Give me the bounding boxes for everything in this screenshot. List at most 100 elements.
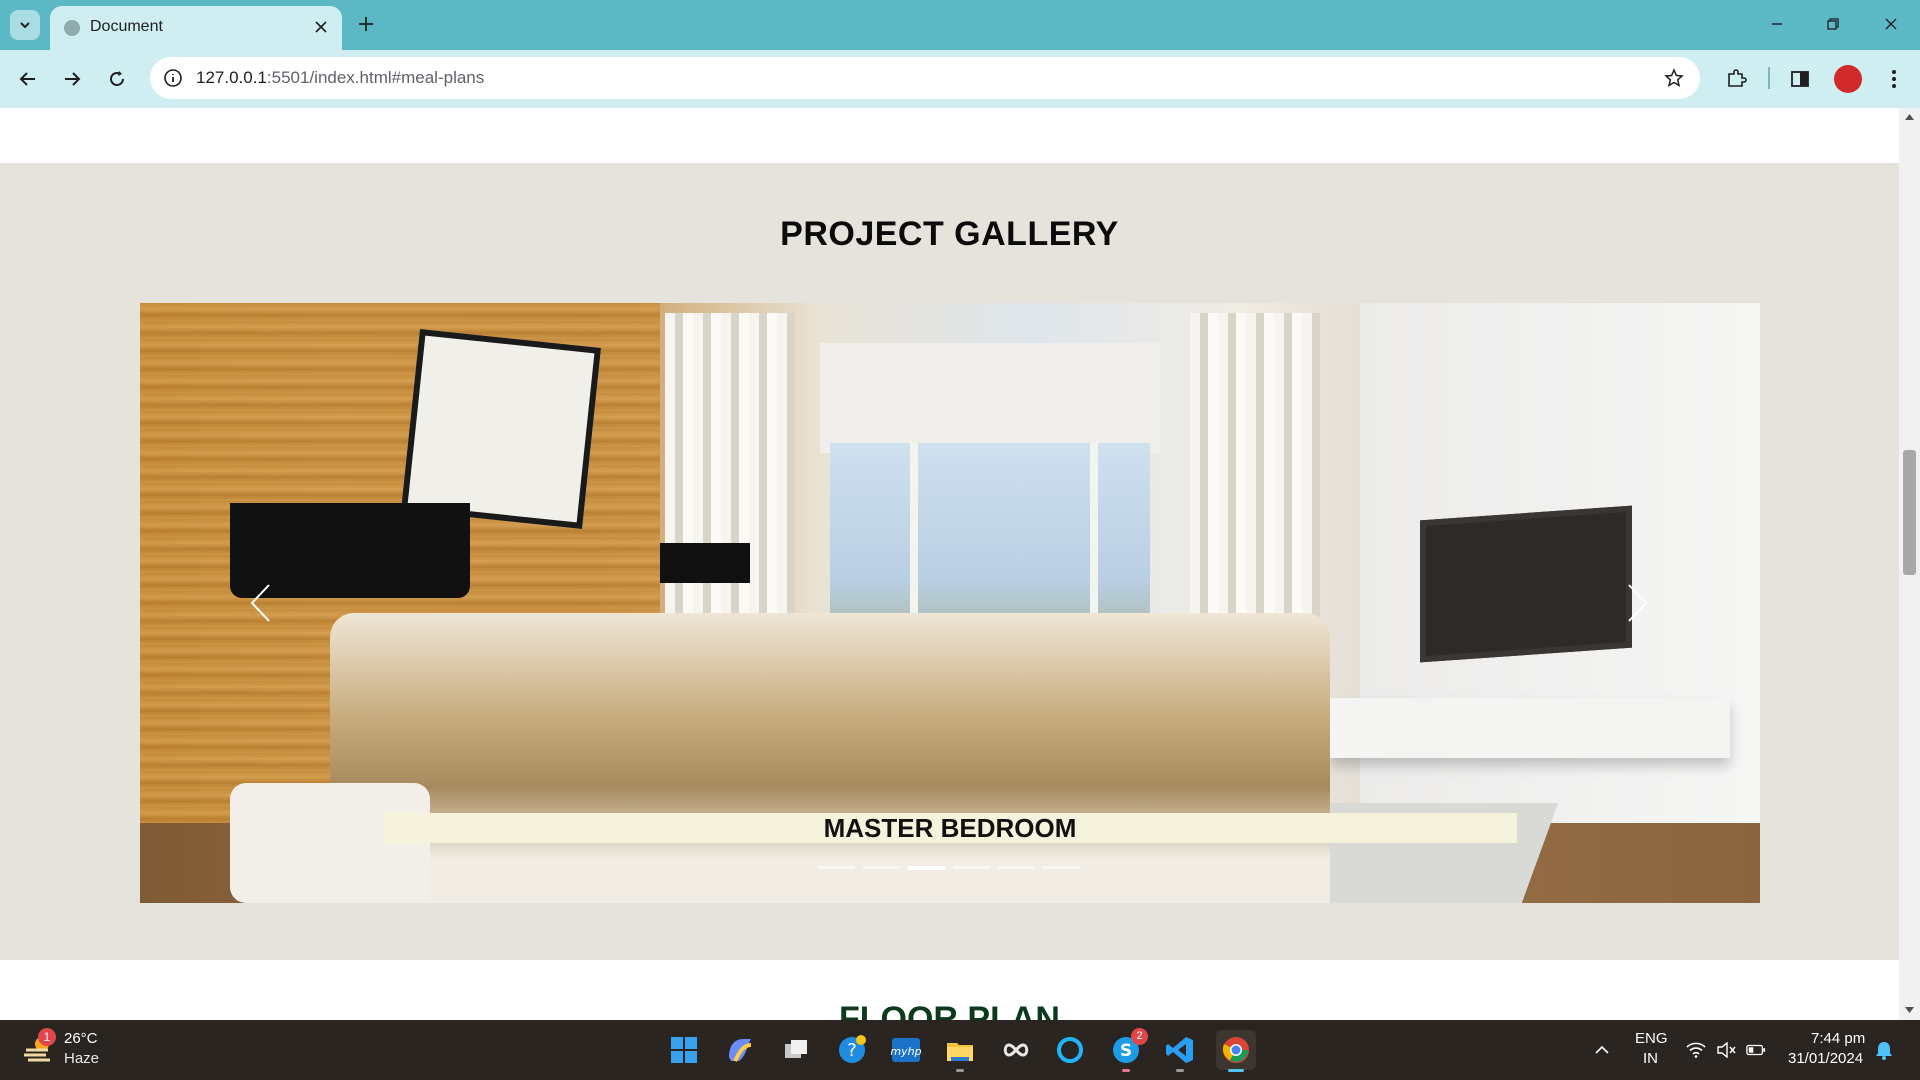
- scene-bed: [330, 613, 1330, 903]
- profile-avatar[interactable]: [1834, 65, 1862, 93]
- carousel-next-button[interactable]: [1618, 573, 1658, 633]
- chrome-icon: [1222, 1037, 1249, 1063]
- browser-toolbar: 127.0.0.1:5501/index.html#meal-plans: [0, 50, 1920, 108]
- running-indicator: [1122, 1069, 1130, 1072]
- running-indicator: [1176, 1069, 1184, 1072]
- folder-icon: [947, 1043, 973, 1061]
- task-view-icon: [785, 1040, 807, 1058]
- alexa-app[interactable]: [1050, 1030, 1090, 1070]
- new-tab-button[interactable]: [352, 10, 380, 38]
- scene-wall-frame: [400, 328, 602, 530]
- restore-icon: [1827, 18, 1839, 30]
- svg-text:S: S: [1120, 1041, 1132, 1061]
- myhp-icon: myhp: [891, 1038, 921, 1062]
- chevron-left-icon: [250, 584, 270, 622]
- carousel-indicator-active[interactable]: [908, 866, 945, 870]
- skype-app[interactable]: S 2: [1106, 1028, 1148, 1072]
- alexa-ring-icon: [1057, 1037, 1083, 1063]
- weather-badge: 1: [38, 1028, 56, 1046]
- restore-button[interactable]: [1810, 10, 1856, 38]
- clock-time: 7:44 pm: [1811, 1030, 1866, 1047]
- globe-icon: [64, 20, 80, 36]
- gallery-carousel[interactable]: MASTER BEDROOM: [140, 303, 1760, 903]
- bookmark-star-icon[interactable]: [1662, 66, 1686, 90]
- toolbar-divider: [1768, 67, 1770, 89]
- vscode-app[interactable]: [1160, 1030, 1200, 1072]
- page-scrollbar[interactable]: [1899, 108, 1920, 1020]
- tab-title: Document: [90, 18, 163, 35]
- language-line2: IN: [1643, 1050, 1658, 1067]
- show-hidden-icons-button[interactable]: [1592, 1040, 1612, 1060]
- notification-bell-icon[interactable]: [1874, 1040, 1894, 1060]
- task-view-app[interactable]: [776, 1030, 816, 1070]
- previous-section-end: [0, 108, 1899, 163]
- clock-date: 31/01/2024: [1788, 1050, 1864, 1067]
- address-bar[interactable]: 127.0.0.1:5501/index.html#meal-plans: [150, 57, 1700, 99]
- scroll-down-arrow-icon[interactable]: [1904, 1004, 1915, 1015]
- tab-search-button[interactable]: [10, 10, 40, 40]
- scrollbar-thumb[interactable]: [1903, 450, 1916, 575]
- svg-text:?: ?: [847, 1040, 857, 1061]
- scene-nightstand: [230, 783, 430, 903]
- reload-icon: [110, 71, 124, 86]
- scroll-up-arrow-icon[interactable]: [1904, 111, 1915, 122]
- svg-text:myhp: myhp: [891, 1045, 921, 1058]
- carousel-indicators: [818, 866, 1080, 870]
- weather-condition: Haze: [64, 1050, 100, 1067]
- battery-icon[interactable]: [1746, 1040, 1766, 1060]
- chevron-down-icon: [20, 22, 30, 29]
- browser-tab[interactable]: Document: [50, 6, 342, 50]
- site-info-icon[interactable]: [162, 67, 184, 89]
- reload-button[interactable]: [101, 63, 133, 95]
- arrow-right-icon: [65, 72, 81, 86]
- side-panel-icon[interactable]: [1786, 65, 1814, 93]
- vscode-icon: [1166, 1037, 1193, 1063]
- weather-temperature: 26°C: [64, 1030, 98, 1047]
- minimize-icon: [1772, 23, 1782, 25]
- close-window-button[interactable]: [1868, 10, 1914, 38]
- chevron-right-icon: [1628, 584, 1648, 622]
- floor-plan-heading: FLOOR PLAN: [839, 1000, 1060, 1020]
- url-path: :5501/index.html#meal-plans: [266, 68, 485, 87]
- volume-muted-icon[interactable]: [1716, 1040, 1736, 1060]
- scene-shelf: [1330, 698, 1730, 758]
- carousel-indicator[interactable]: [1043, 866, 1080, 869]
- active-app-indicator: [1228, 1069, 1244, 1072]
- project-gallery-section: PROJECT GALLERY MASTER BEDROOM: [0, 163, 1899, 960]
- infinity-icon: [1003, 1043, 1029, 1057]
- menu-dots-icon[interactable]: [1880, 65, 1908, 93]
- scene-tv: [1420, 505, 1632, 663]
- carousel-indicator[interactable]: [953, 866, 990, 869]
- file-explorer-app[interactable]: [940, 1030, 980, 1072]
- start-button[interactable]: [664, 1030, 704, 1070]
- scene-window-blind: [820, 343, 1160, 453]
- help-icon: ?: [839, 1035, 866, 1063]
- gallery-heading: PROJECT GALLERY: [780, 215, 1119, 253]
- back-button[interactable]: [12, 63, 44, 95]
- close-tab-button[interactable]: [310, 16, 332, 38]
- skype-badge: 2: [1131, 1028, 1148, 1045]
- page-viewport: PROJECT GALLERY MASTER BEDROOM FLOOR PLA…: [0, 108, 1899, 1020]
- carousel-indicator[interactable]: [863, 866, 900, 869]
- help-app[interactable]: ?: [832, 1030, 872, 1070]
- wifi-icon[interactable]: [1686, 1040, 1706, 1060]
- copilot-icon: [729, 1039, 752, 1062]
- chrome-app[interactable]: [1216, 1030, 1256, 1072]
- plus-icon: [359, 17, 373, 31]
- url-host: 127.0.0.1: [196, 68, 267, 87]
- carousel-indicator[interactable]: [998, 866, 1035, 869]
- carousel-prev-button[interactable]: [240, 573, 280, 633]
- meta-app[interactable]: [996, 1030, 1036, 1070]
- forward-button[interactable]: [56, 63, 88, 95]
- url-text[interactable]: 127.0.0.1:5501/index.html#meal-plans: [196, 68, 484, 88]
- carousel-indicator[interactable]: [818, 866, 855, 869]
- myhp-app[interactable]: myhp: [886, 1030, 926, 1070]
- windows-logo-icon: [671, 1037, 697, 1063]
- close-icon: [1885, 18, 1897, 30]
- language-line1: ENG: [1635, 1030, 1668, 1047]
- extensions-puzzle-icon[interactable]: [1722, 65, 1750, 93]
- running-indicator: [956, 1069, 964, 1072]
- minimize-button[interactable]: [1754, 10, 1800, 38]
- close-icon: [315, 21, 327, 33]
- copilot-app[interactable]: [720, 1030, 760, 1070]
